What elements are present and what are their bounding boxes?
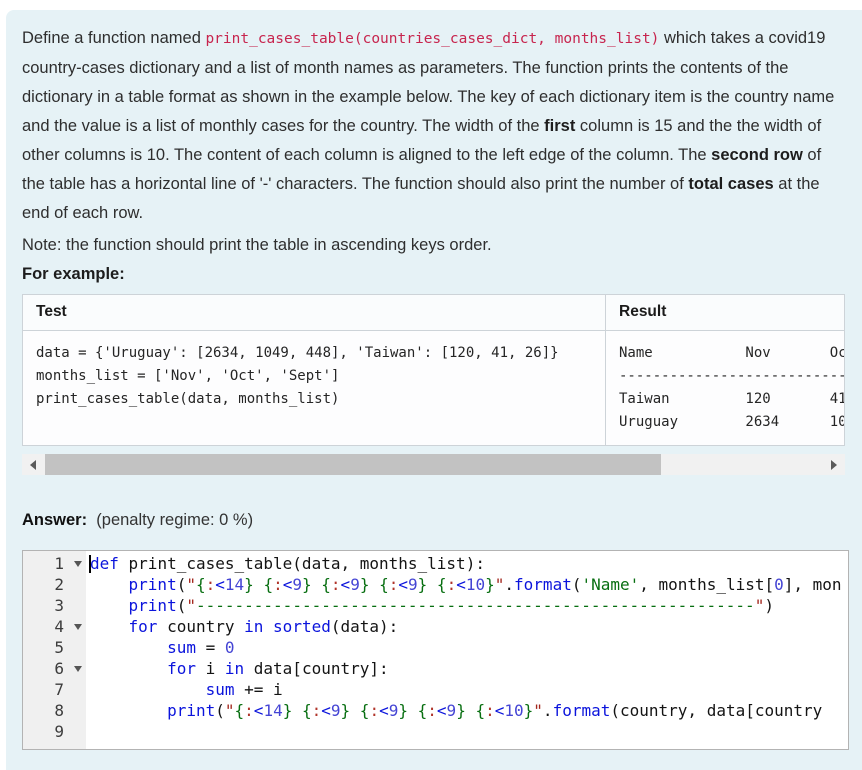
- fold-caret-icon[interactable]: [74, 665, 82, 672]
- gutter-line-number: 8: [54, 700, 64, 720]
- editor-code-area[interactable]: def print_cases_table(data, months_list)…: [86, 551, 848, 749]
- examples-table: Test Result data = {'Uruguay': [2634, 10…: [22, 294, 845, 446]
- question-note: Note: the function should print the tabl…: [22, 236, 492, 254]
- scrollbar-thumb[interactable]: [45, 454, 661, 475]
- code-line: def print_cases_table(data, months_list)…: [90, 553, 485, 573]
- gutter-line-number: 1: [23, 553, 86, 574]
- example-row: data = {'Uruguay': [2634, 1049, 448], 'T…: [22, 330, 845, 446]
- result-cell: Name Nov Oct ---------------------------…: [605, 330, 845, 446]
- code-line: print("{:<14} {:<9} {:<9} {:<9} {:<10}".…: [167, 700, 823, 720]
- gutter-line-number: 7: [54, 679, 64, 699]
- for-example-label: For example:: [22, 265, 125, 283]
- examples-header-row: Test Result: [22, 294, 845, 331]
- result-output: Name Nov Oct ---------------------------…: [619, 345, 844, 430]
- editor-gutter: 123456789: [23, 550, 86, 749]
- code-line: sum += i: [205, 679, 283, 699]
- test-column-header: Test: [22, 294, 606, 331]
- inline-code: print_cases_table(countries_cases_dict, …: [205, 31, 660, 47]
- penalty-regime-text: (penalty regime: 0 %): [96, 511, 254, 529]
- right-arrow-icon: [831, 460, 837, 470]
- code-line: print("{:<14} {:<9} {:<9} {:<9} {:<10}".…: [128, 574, 842, 594]
- gutter-line-number: 3: [54, 595, 64, 615]
- gutter-line-number: 5: [54, 637, 64, 657]
- gutter-line-number: 4: [23, 616, 86, 637]
- code-line: for i in data[country]:: [167, 658, 389, 678]
- code-editor[interactable]: 123456789 def print_cases_table(data, mo…: [22, 549, 849, 750]
- text-cursor: [89, 554, 91, 573]
- fold-caret-icon[interactable]: [74, 623, 82, 630]
- gutter-line-number: 6: [23, 658, 86, 679]
- test-cell: data = {'Uruguay': [2634, 1049, 448], 'T…: [22, 330, 606, 446]
- gutter-line-number: 2: [54, 574, 64, 594]
- fold-caret-icon[interactable]: [74, 560, 82, 567]
- question-description: Define a function named print_cases_tabl…: [22, 29, 835, 222]
- result-column-header: Result: [605, 294, 845, 331]
- horizontal-scrollbar[interactable]: [22, 454, 845, 475]
- answer-label: Answer:: [22, 511, 88, 529]
- left-arrow-icon: [30, 460, 36, 470]
- code-line: print("---------------------------------…: [128, 595, 774, 615]
- code-line: for country in sorted(data):: [128, 616, 399, 636]
- code-line: sum = 0: [167, 637, 235, 657]
- scroll-left-button[interactable]: [22, 454, 44, 475]
- answer-line: Answer: (penalty regime: 0 %): [22, 507, 852, 533]
- scroll-right-button[interactable]: [823, 454, 845, 475]
- test-code: data = {'Uruguay': [2634, 1049, 448], 'T…: [36, 345, 559, 407]
- gutter-line-number: 9: [54, 721, 64, 741]
- question-box: Define a function named print_cases_tabl…: [6, 10, 862, 770]
